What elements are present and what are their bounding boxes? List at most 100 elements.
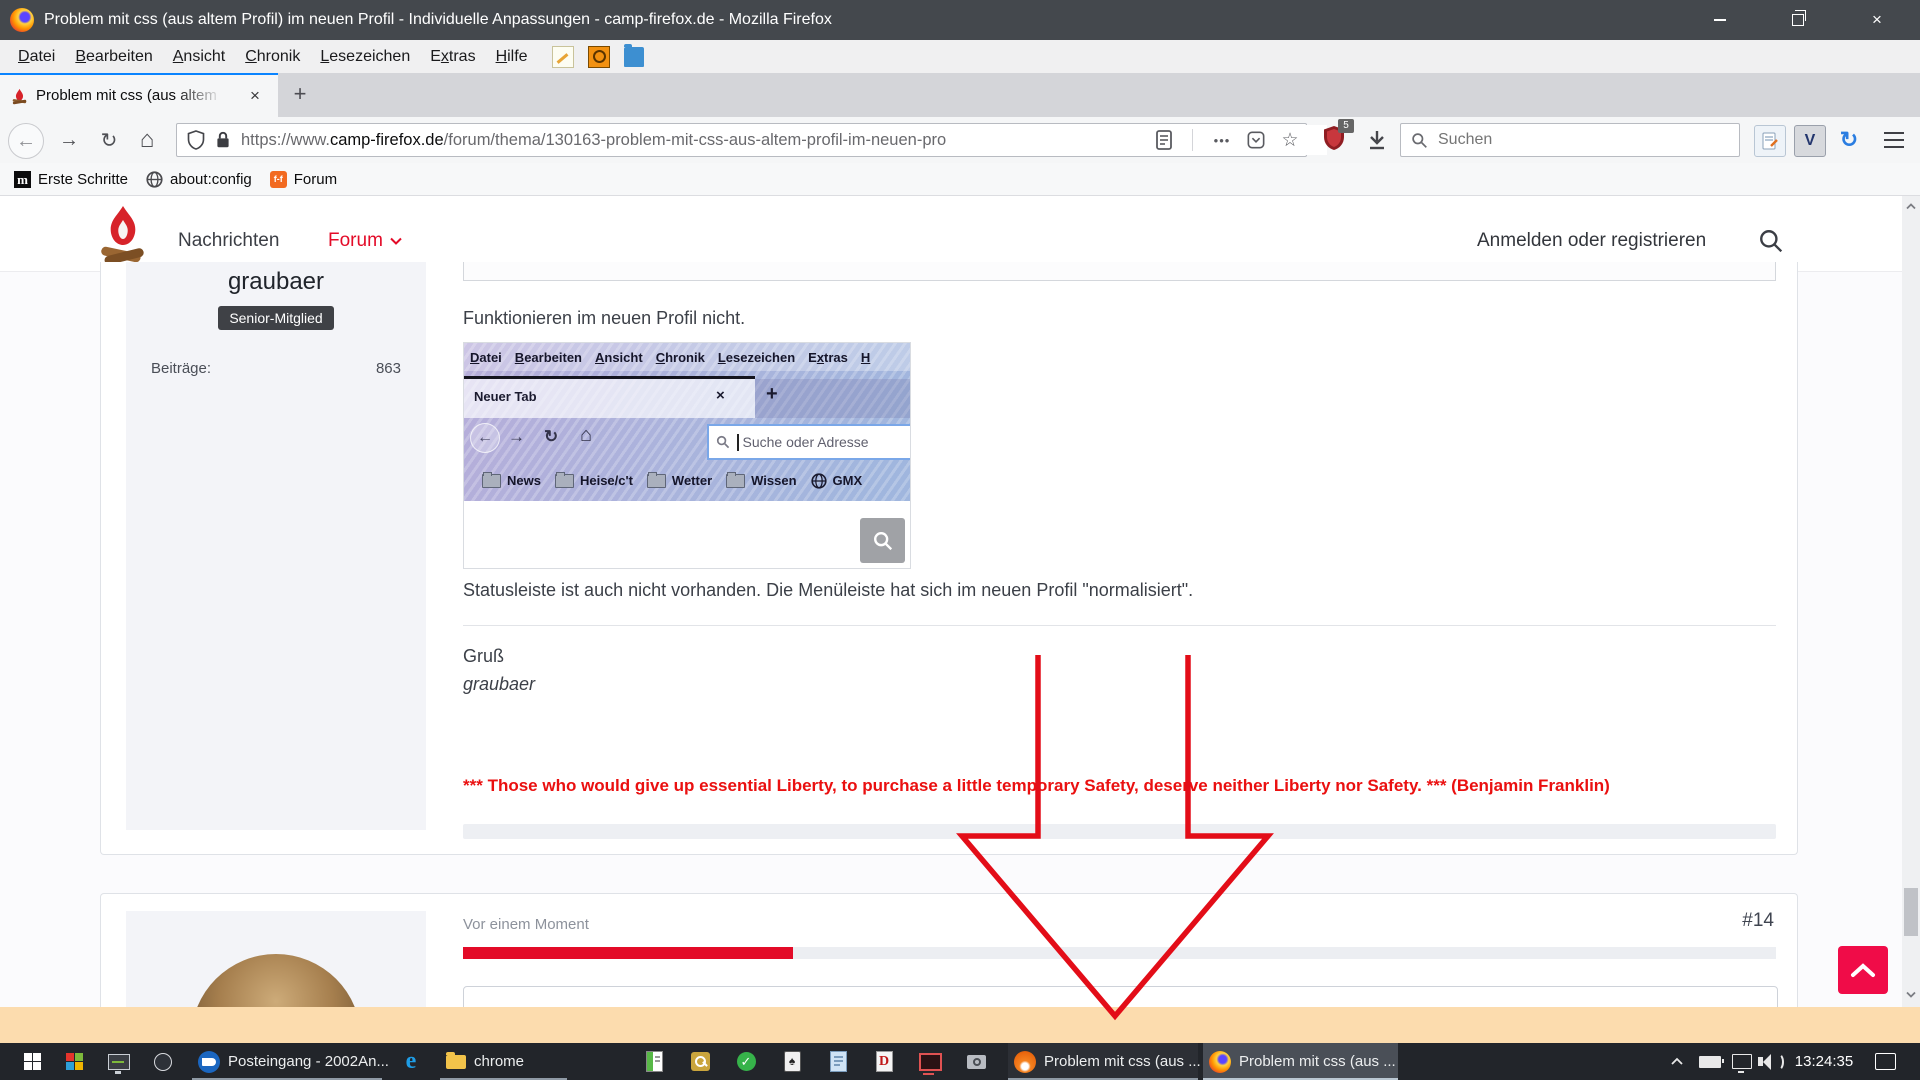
taskbar-app-cube[interactable] [56, 1043, 94, 1080]
folder-icon [726, 474, 745, 488]
menu-chronik[interactable]: Chronik [235, 40, 310, 73]
taskbar-app-d[interactable]: D [866, 1043, 902, 1080]
taskbar-app-keepass[interactable] [682, 1043, 718, 1080]
post-footer-strip [463, 824, 1776, 839]
taskbar-app-blue-notepad[interactable] [820, 1043, 856, 1080]
bookmark-forum[interactable]: f-f Forum [270, 171, 337, 188]
tab-close-icon[interactable]: × [242, 83, 268, 109]
tab-problem-mit-css[interactable]: Problem mit css (aus altem × [0, 73, 278, 117]
reader-mode-icon[interactable] [1149, 124, 1179, 156]
scrollbar-up-icon[interactable] [1902, 198, 1920, 214]
post-14-timestamp[interactable]: Vor einem Moment [463, 916, 589, 933]
address-bar[interactable]: https://www.camp-firefox.de/forum/thema/… [176, 123, 1307, 157]
site-search-icon[interactable] [1758, 228, 1784, 254]
taskbar-clock[interactable]: 13:24:35 [1788, 1043, 1860, 1080]
screenshot-home-icon: ⌂ [580, 424, 592, 447]
reply-editor-box[interactable] [463, 986, 1778, 1007]
restore-button[interactable] [1773, 0, 1823, 40]
menu-extras[interactable]: Extras [420, 40, 485, 73]
taskbar-app-camera[interactable] [958, 1043, 994, 1080]
tray-chevron-up-icon[interactable] [1662, 1043, 1692, 1080]
close-button[interactable]: × [1852, 0, 1902, 40]
login-register-link[interactable]: Anmelden oder registrieren [1477, 226, 1706, 256]
home-button[interactable]: ⌂ [130, 123, 164, 157]
scrollbar-thumb[interactable] [1904, 888, 1918, 936]
taskbar-app-check[interactable]: ✓ [728, 1043, 764, 1080]
extension-sync-icon[interactable]: ↻ [1834, 125, 1864, 155]
minimize-button[interactable] [1695, 0, 1745, 40]
screenshot-newtab-icon: + [766, 383, 778, 406]
extension-v-icon[interactable]: V [1794, 125, 1826, 157]
menu-hilfe[interactable]: Hilfe [486, 40, 538, 73]
windows-taskbar: Posteingang - 2002An... e chrome ✓ ♠ D [0, 1043, 1920, 1080]
bookmark-about-config[interactable]: about:config [146, 171, 252, 188]
search-icon [1411, 132, 1428, 149]
taskbar-button-firefox-old[interactable]: Problem mit css (aus ... [1008, 1043, 1198, 1080]
search-bar[interactable] [1400, 123, 1740, 157]
taskbar-app-cards[interactable]: ♠ [774, 1043, 810, 1080]
colorful-cube-icon [66, 1053, 84, 1071]
blue-folder-icon[interactable] [624, 47, 644, 67]
ublock-origin-button[interactable]: 5 [1322, 125, 1352, 155]
nav-forum[interactable]: Forum [328, 226, 402, 256]
speaker-icon[interactable] [1754, 1043, 1788, 1080]
red-monitor-icon [919, 1053, 942, 1071]
post-paragraph-2: Statusleiste ist auch nicht vorhanden. D… [463, 580, 1193, 601]
menu-bearbeiten[interactable]: Bearbeiten [65, 40, 162, 73]
back-button[interactable]: ← [8, 123, 44, 159]
forward-button[interactable]: → [52, 123, 86, 157]
downloads-button[interactable] [1360, 123, 1394, 157]
notification-center-icon[interactable] [1868, 1043, 1902, 1080]
orange-addon-icon[interactable] [588, 46, 610, 68]
scrollbar-down-icon[interactable] [1902, 986, 1920, 1002]
post-14-progress-fill [463, 947, 793, 959]
new-tab-button[interactable]: + [284, 79, 316, 111]
note-pencil-icon[interactable] [552, 46, 574, 68]
search-input[interactable] [1436, 130, 1700, 150]
padlock-icon[interactable] [215, 130, 231, 150]
taskbar-button-firefox-active[interactable]: Problem mit css (aus ... [1203, 1043, 1398, 1080]
scroll-to-top-button[interactable] [1838, 946, 1888, 994]
menu-ansicht[interactable]: Ansicht [163, 40, 235, 73]
reload-button[interactable]: ↻ [92, 123, 126, 157]
page-scrollbar[interactable] [1902, 196, 1920, 1007]
taskbar-app-monitor[interactable] [100, 1043, 138, 1080]
edge-icon[interactable]: e [390, 1043, 432, 1080]
taskbar-button-chrome-folder[interactable]: chrome [440, 1043, 567, 1080]
taskbar-button-thunderbird[interactable]: Posteingang - 2002An... [192, 1043, 382, 1080]
bookmark-erste-schritte[interactable]: m Erste Schritte [14, 171, 128, 188]
screenshot-forward-icon: → [508, 427, 525, 447]
attached-screenshot[interactable]: Datei Bearbeiten Ansicht Chronik Lesezei… [463, 342, 911, 569]
hamburger-menu-icon[interactable] [1884, 130, 1904, 150]
post-14: Vor einem Moment #14 [100, 893, 1798, 1007]
window-titlebar: Problem mit css (aus altem Profil) im ne… [0, 0, 1920, 40]
menu-datei[interactable]: Datei [8, 40, 65, 73]
post-closing: Gruß [463, 646, 504, 667]
nav-nachrichten[interactable]: Nachrichten [178, 226, 279, 256]
start-button[interactable] [12, 1043, 52, 1080]
taskbar-app-red-monitor[interactable] [912, 1043, 948, 1080]
taskbar-app-green-notepad[interactable] [636, 1043, 672, 1080]
post-14-number[interactable]: #14 [1742, 910, 1774, 932]
battery-icon[interactable] [1694, 1043, 1726, 1080]
posts-count-value: 863 [376, 360, 401, 377]
forward-icon: → [59, 129, 79, 152]
m-bookmark-icon: m [14, 171, 31, 188]
pocket-icon[interactable] [1241, 124, 1271, 156]
author-rank-badge: Senior-Mitglied [218, 306, 333, 330]
back-icon: ← [16, 130, 36, 153]
reload-icon: ↻ [101, 128, 118, 153]
enlarge-image-button[interactable] [860, 518, 905, 563]
bookmark-star-icon[interactable]: ☆ [1275, 124, 1305, 156]
folder-icon [482, 474, 501, 488]
menu-lesezeichen[interactable]: Lesezeichen [310, 40, 420, 73]
page-actions-dots-icon[interactable]: ••• [1207, 124, 1237, 156]
extension-notes-icon[interactable] [1754, 125, 1786, 157]
author-name[interactable]: graubaer [126, 268, 426, 296]
avatar[interactable] [191, 954, 361, 1007]
posts-count-label: Beiträge: [151, 360, 211, 377]
orange-notification-strip [0, 1007, 1920, 1043]
tracking-protection-shield-icon[interactable] [187, 130, 205, 150]
folder-icon [555, 474, 574, 488]
taskbar-app-photos[interactable] [144, 1043, 182, 1080]
